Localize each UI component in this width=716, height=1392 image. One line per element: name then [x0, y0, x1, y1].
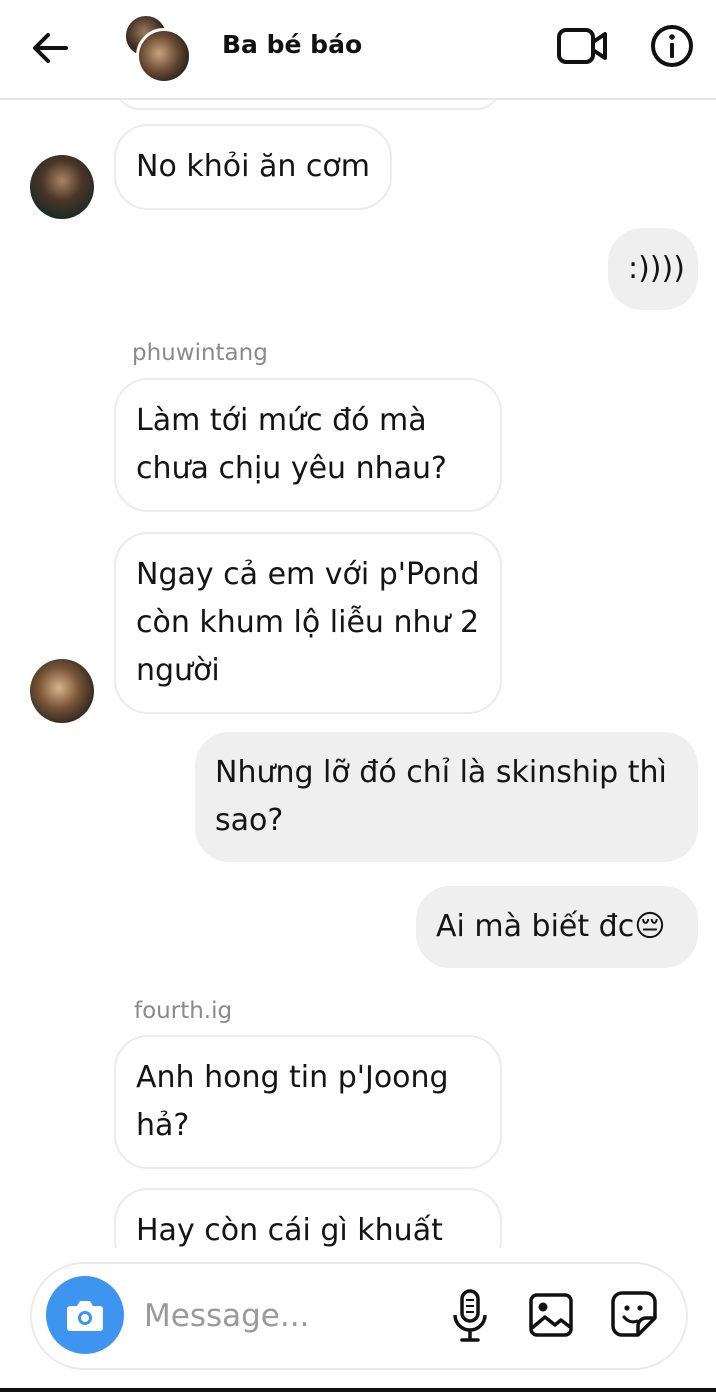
message-bubble-incoming[interactable]: No khỏi ăn cơm: [114, 124, 392, 210]
message-bubble-outgoing[interactable]: Nhưng lỡ đó chỉ là skinship thì sao?: [195, 732, 698, 862]
info-icon[interactable]: [650, 24, 694, 68]
chat-title[interactable]: Ba bé báo: [222, 30, 362, 59]
group-avatar[interactable]: [124, 14, 192, 84]
gallery-icon[interactable]: [528, 1292, 574, 1338]
avatar[interactable]: [30, 155, 94, 219]
message-bubble-incoming[interactable]: Hay còn cái gì khuất: [114, 1188, 502, 1248]
camera-button[interactable]: [46, 1276, 124, 1354]
sticker-icon[interactable]: [610, 1290, 658, 1338]
message-bubble-incoming[interactable]: Làm tới mức đó mà chưa chịu yêu nhau?: [114, 378, 502, 512]
member-avatar: [136, 28, 192, 84]
message-composer: [30, 1262, 688, 1370]
bottom-edge: [0, 1388, 716, 1392]
camera-icon: [67, 1301, 103, 1331]
message-bubble-incoming[interactable]: Anh hong tin p'Joong hả?: [114, 1035, 502, 1169]
chat-header: Ba bé báo: [0, 0, 716, 100]
message-bubble-outgoing[interactable]: :)))): [608, 228, 698, 310]
message-bubble-incoming[interactable]: Ngay cả em với p'Pond còn khum lộ liễu n…: [114, 532, 502, 714]
message-input[interactable]: [144, 1290, 424, 1342]
sender-name: phuwintang: [132, 340, 268, 366]
sender-name: fourth.ig: [134, 998, 233, 1024]
video-call-icon[interactable]: [556, 26, 608, 66]
microphone-icon[interactable]: [450, 1288, 490, 1344]
message-thread[interactable]: No khỏi ăn cơm :)))) phuwintang Làm tới …: [0, 98, 716, 1248]
avatar[interactable]: [30, 659, 94, 723]
back-arrow-icon[interactable]: [30, 28, 70, 68]
message-bubble-outgoing[interactable]: Ai mà biết đc😔: [416, 886, 698, 968]
